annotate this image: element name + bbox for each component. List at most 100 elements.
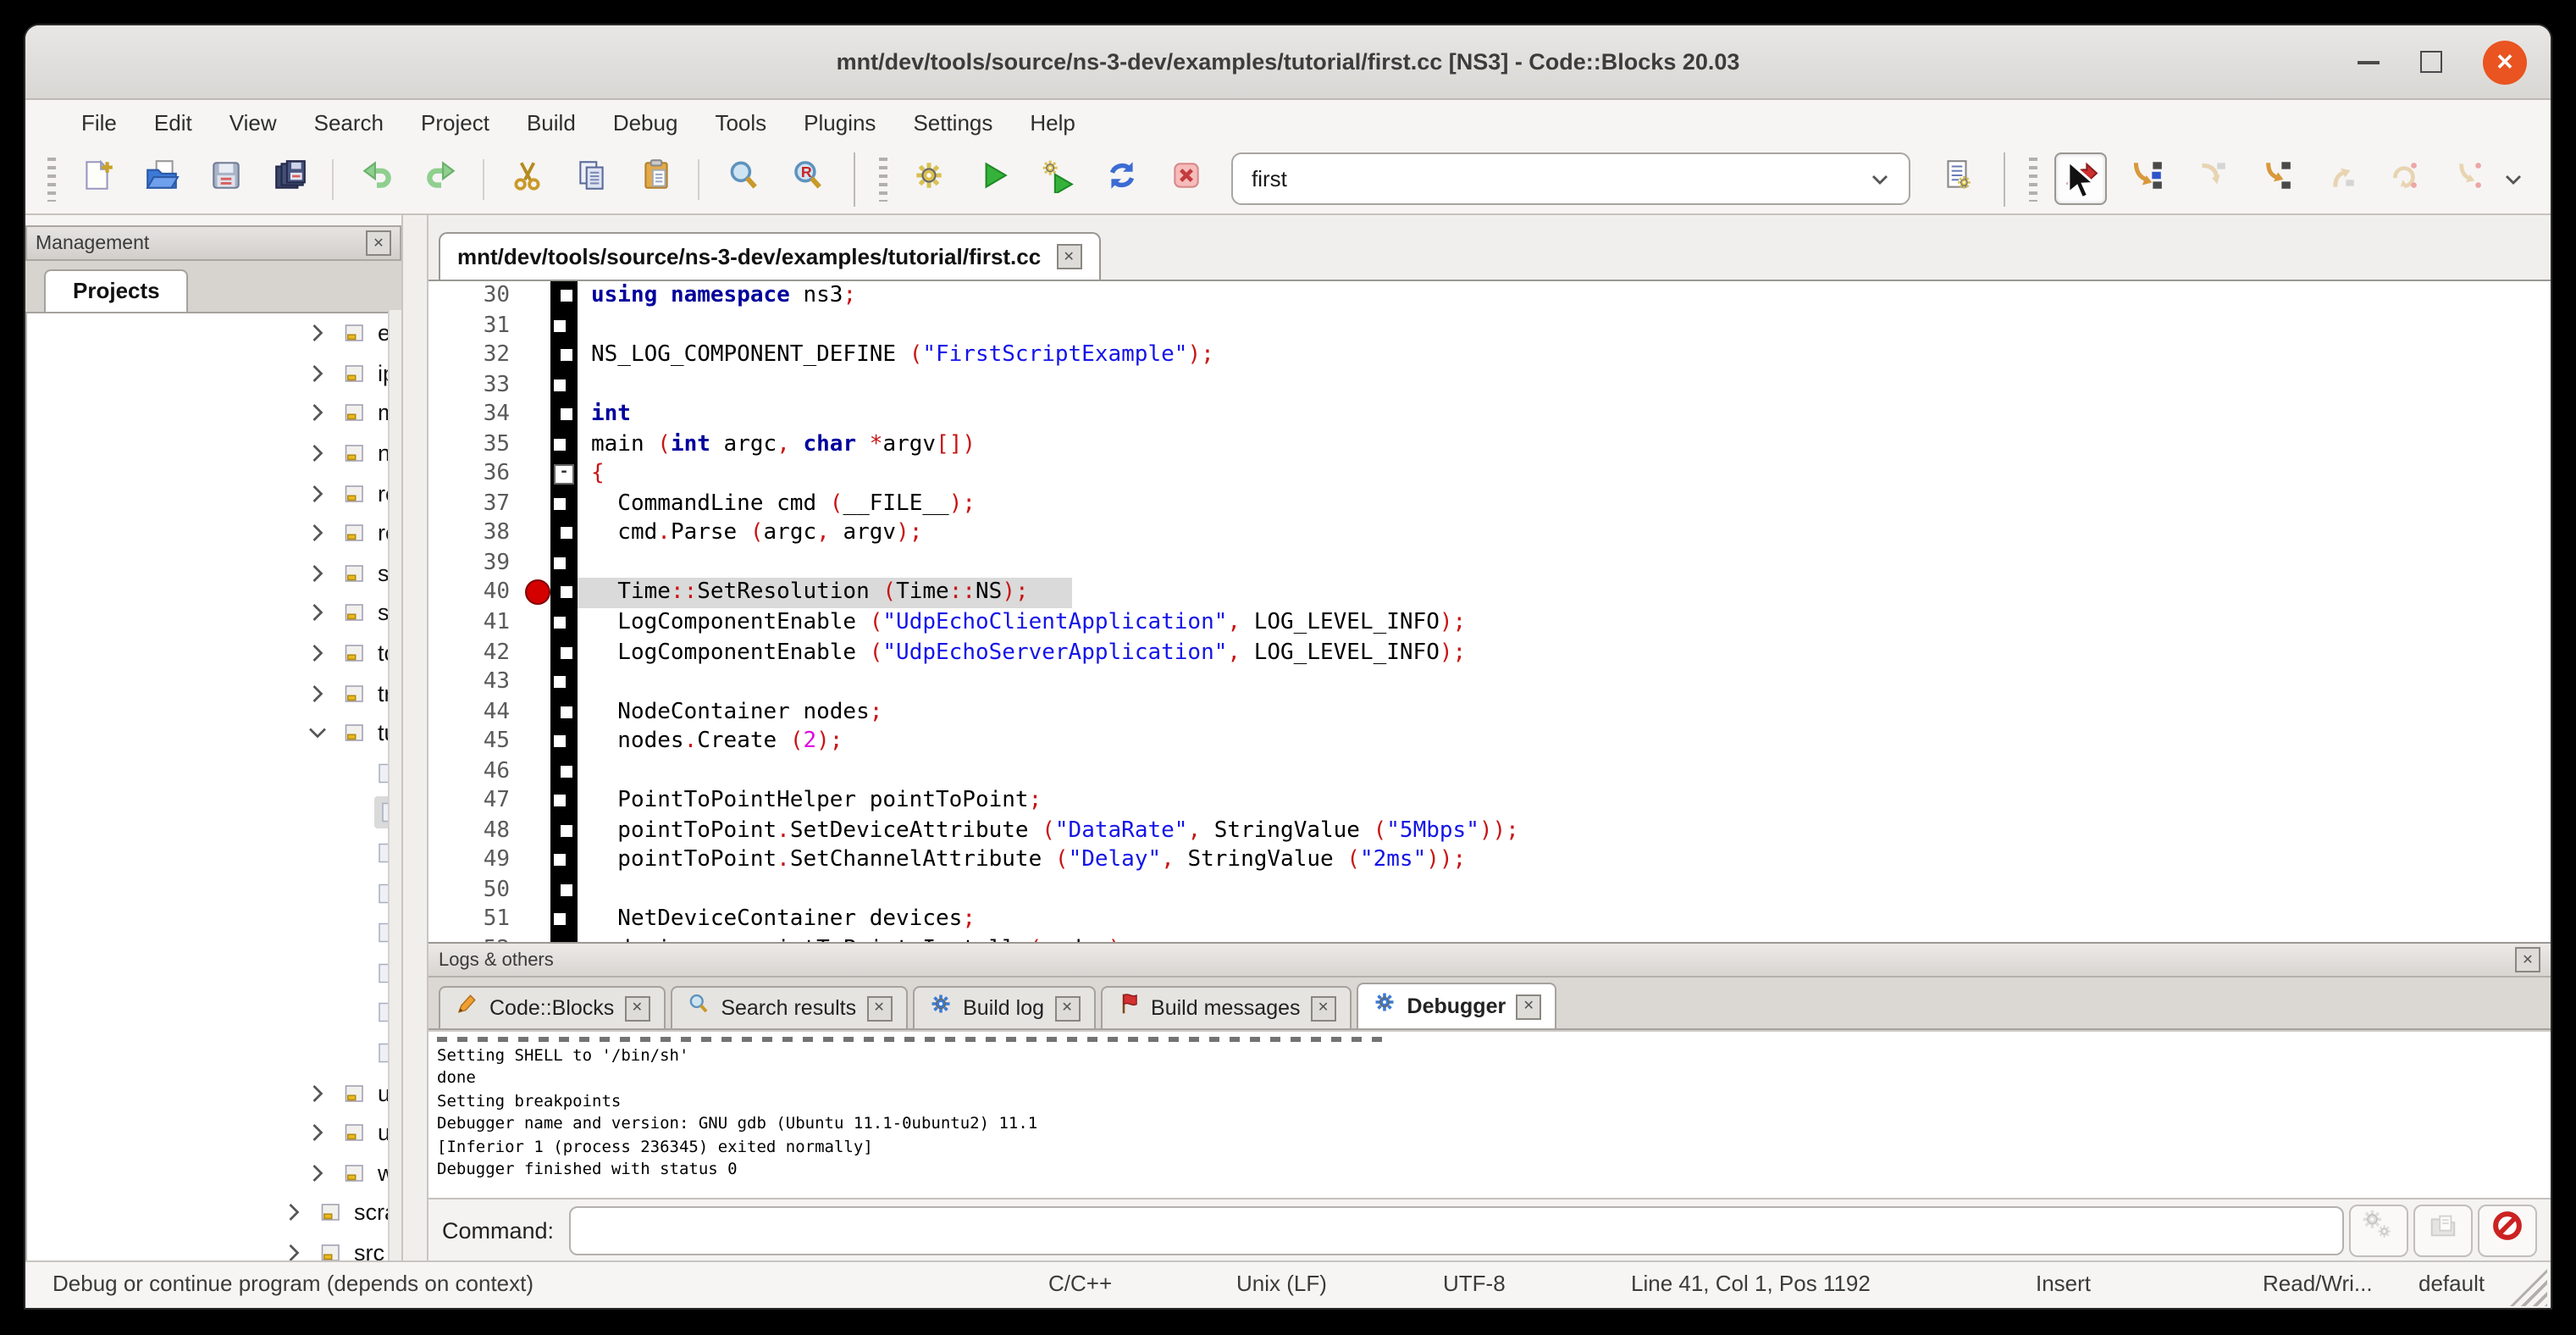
next-instruction-button[interactable] xyxy=(2379,154,2428,203)
close-logs-icon[interactable]: ✕ xyxy=(2515,947,2540,972)
maximize-icon[interactable] xyxy=(2420,51,2442,73)
code-line-35[interactable]: 35main (int argc, char *argv[]) xyxy=(428,429,2551,459)
menu-tools[interactable]: Tools xyxy=(696,109,785,135)
code-line-37[interactable]: 37 CommandLine cmd (__FILE__); xyxy=(428,490,2551,519)
breakpoint-margin[interactable] xyxy=(527,727,550,756)
code-line-31[interactable]: 31 xyxy=(428,311,2551,341)
redo-button[interactable] xyxy=(416,154,465,203)
code-line-43[interactable]: 43 xyxy=(428,668,2551,697)
minimize-icon[interactable] xyxy=(2358,60,2380,64)
breakpoint-margin[interactable] xyxy=(527,668,550,697)
tree-collapsed-icon[interactable] xyxy=(281,1240,307,1260)
breakpoint-margin[interactable] xyxy=(527,608,550,638)
tree-item-erro[interactable]: erro xyxy=(27,313,401,353)
toolbar-grip[interactable] xyxy=(2029,157,2037,201)
breakpoint-margin[interactable] xyxy=(527,757,550,787)
tree-item-udp[interactable]: udp xyxy=(27,1073,401,1113)
breakpoint-margin[interactable] xyxy=(527,311,550,341)
tree-item-six[interactable]: six xyxy=(27,993,401,1033)
titlebar[interactable]: mnt/dev/tools/source/ns-3-dev/examples/t… xyxy=(25,25,2551,100)
tree-expanded-icon[interactable] xyxy=(305,720,330,745)
stop-debugger-button[interactable] xyxy=(2478,1204,2537,1256)
step-into-button[interactable] xyxy=(2250,154,2299,203)
menu-plugins[interactable]: Plugins xyxy=(785,109,894,135)
close-management-icon[interactable]: ✕ xyxy=(366,230,391,256)
build-button[interactable] xyxy=(904,154,953,203)
tree-item-se[interactable]: se xyxy=(27,913,401,953)
code-line-46[interactable]: 46 xyxy=(428,757,2551,787)
tree-collapsed-icon[interactable] xyxy=(305,640,330,666)
log-tab-debugger[interactable]: Debugger✕ xyxy=(1357,983,1557,1028)
breakpoint-margin[interactable] xyxy=(527,549,550,579)
build-target-combo[interactable]: first xyxy=(1231,152,1910,205)
code-line-39[interactable]: 39 xyxy=(428,549,2551,579)
rebuild-button[interactable] xyxy=(1097,154,1146,203)
panel-splitter[interactable] xyxy=(401,215,428,1260)
breakpoint-margin[interactable] xyxy=(527,460,550,490)
close-tab-icon[interactable]: ✕ xyxy=(866,995,892,1021)
save-button[interactable] xyxy=(201,154,250,203)
close-tab-icon[interactable]: ✕ xyxy=(1311,995,1336,1021)
tree-item-scratch[interactable]: scratch xyxy=(27,1193,401,1233)
debugging-windows-button[interactable] xyxy=(1932,154,1981,203)
undo-button[interactable] xyxy=(351,154,401,203)
close-tab-icon[interactable]: ✕ xyxy=(1056,244,1081,269)
tree-scrollbar[interactable] xyxy=(388,310,401,1260)
tree-item-real[interactable]: real xyxy=(27,474,401,513)
toolbar-overflow-chevron-icon[interactable] xyxy=(2500,165,2527,192)
save-all-button[interactable] xyxy=(265,154,314,203)
abort-button[interactable] xyxy=(1161,154,1210,203)
tree-collapsed-icon[interactable] xyxy=(305,361,330,386)
code-line-44[interactable]: 44 NodeContainer nodes; xyxy=(428,697,2551,727)
code-editor[interactable]: 30using namespace ns3;3132NS_LOG_COMPONE… xyxy=(428,281,2551,942)
tree-item-udp-[interactable]: udp- xyxy=(27,1113,401,1153)
code-line-38[interactable]: 38 cmd.Parse (argc, argv); xyxy=(428,519,2551,549)
code-line-34[interactable]: 34int xyxy=(428,400,2551,429)
tree-item-sock[interactable]: sock xyxy=(27,553,401,593)
tree-item-tcp[interactable]: tcp xyxy=(27,634,401,673)
close-tab-icon[interactable]: ✕ xyxy=(1516,994,1541,1019)
tree-item-nam[interactable]: nam xyxy=(27,434,401,474)
step-into-instruction-button[interactable] xyxy=(2443,154,2492,203)
run-button[interactable] xyxy=(968,154,1017,203)
breakpoint-margin[interactable] xyxy=(527,490,550,519)
code-line-50[interactable]: 50 xyxy=(428,876,2551,906)
breakpoint-margin[interactable] xyxy=(527,638,550,668)
tree-collapsed-icon[interactable] xyxy=(305,480,330,506)
menu-view[interactable]: View xyxy=(211,109,296,135)
code-line-40[interactable]: 40 Time::SetResolution (Time::NS); xyxy=(428,579,2551,608)
code-line-30[interactable]: 30using namespace ns3; xyxy=(428,281,2551,311)
breakpoint-margin[interactable] xyxy=(527,935,550,942)
replace-button[interactable]: R xyxy=(782,154,831,203)
tree-item-se[interactable]: se xyxy=(27,953,401,993)
tree-collapsed-icon[interactable] xyxy=(281,1200,307,1226)
paste-button[interactable] xyxy=(631,154,680,203)
cut-button[interactable] xyxy=(502,154,551,203)
open-file-button[interactable] xyxy=(136,154,185,203)
breakpoint-margin[interactable] xyxy=(527,906,550,935)
menu-search[interactable]: Search xyxy=(296,109,402,135)
tree-item-src[interactable]: src xyxy=(27,1233,401,1260)
log-tab-code-blocks[interactable]: Code::Blocks✕ xyxy=(439,986,665,1028)
tab-projects[interactable]: Projects xyxy=(44,269,189,312)
find-button[interactable] xyxy=(717,154,766,203)
breakpoint-margin[interactable] xyxy=(527,341,550,370)
tree-item-fo[interactable]: fo xyxy=(27,833,401,872)
code-line-36[interactable]: 36{ xyxy=(428,460,2551,490)
command-input[interactable] xyxy=(569,1205,2344,1255)
code-line-45[interactable]: 45 nodes.Create (2); xyxy=(428,727,2551,756)
log-tab-build-messages[interactable]: Build messages✕ xyxy=(1100,986,1352,1028)
tree-item-stat[interactable]: stat xyxy=(27,593,401,633)
breakpoint-margin[interactable] xyxy=(527,370,550,400)
code-line-42[interactable]: 42 LogComponentEnable ("UdpEchoServerApp… xyxy=(428,638,2551,668)
menu-project[interactable]: Project xyxy=(402,109,508,135)
copy-button[interactable] xyxy=(567,154,616,203)
tree-item-tuto[interactable]: tuto xyxy=(27,713,401,753)
breakpoint-margin[interactable] xyxy=(527,817,550,846)
breakpoint-margin[interactable] xyxy=(527,697,550,727)
tree-collapsed-icon[interactable] xyxy=(305,401,330,426)
breakpoint-margin[interactable] xyxy=(527,787,550,817)
close-icon[interactable]: ✕ xyxy=(2483,40,2527,84)
menu-edit[interactable]: Edit xyxy=(135,109,211,135)
editor-tab-first-cc[interactable]: mnt/dev/tools/source/ns-3-dev/examples/t… xyxy=(439,232,1100,280)
